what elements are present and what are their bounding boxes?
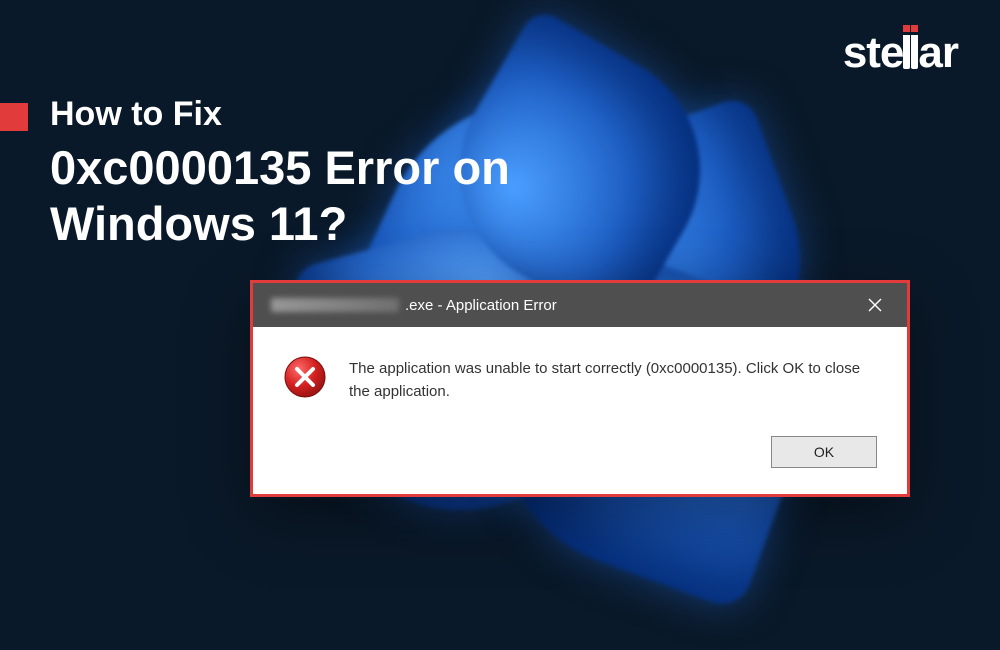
dialog-message: The application was unable to start corr… (349, 355, 877, 404)
heading-line-2: 0xc0000135 Error on (50, 140, 510, 195)
hero-heading: How to Fix 0xc0000135 Error on Windows 1… (50, 95, 510, 251)
dialog-title-suffix: .exe - Application Error (405, 297, 557, 314)
close-icon (868, 298, 882, 312)
heading-line-1: How to Fix (50, 95, 510, 134)
heading-line-3: Windows 11? (50, 196, 510, 251)
stellar-logo: ste ar (843, 28, 958, 78)
error-dialog: .exe - Application Error The application… (250, 280, 910, 497)
dialog-title: .exe - Application Error (271, 297, 557, 314)
close-button[interactable] (857, 287, 893, 323)
redacted-app-name (271, 298, 399, 312)
ok-button[interactable]: OK (771, 436, 877, 468)
accent-bar (0, 103, 28, 131)
error-icon (283, 355, 327, 399)
dialog-titlebar: .exe - Application Error (253, 283, 907, 327)
dialog-footer: OK (253, 428, 907, 494)
dialog-body: The application was unable to start corr… (253, 327, 907, 428)
